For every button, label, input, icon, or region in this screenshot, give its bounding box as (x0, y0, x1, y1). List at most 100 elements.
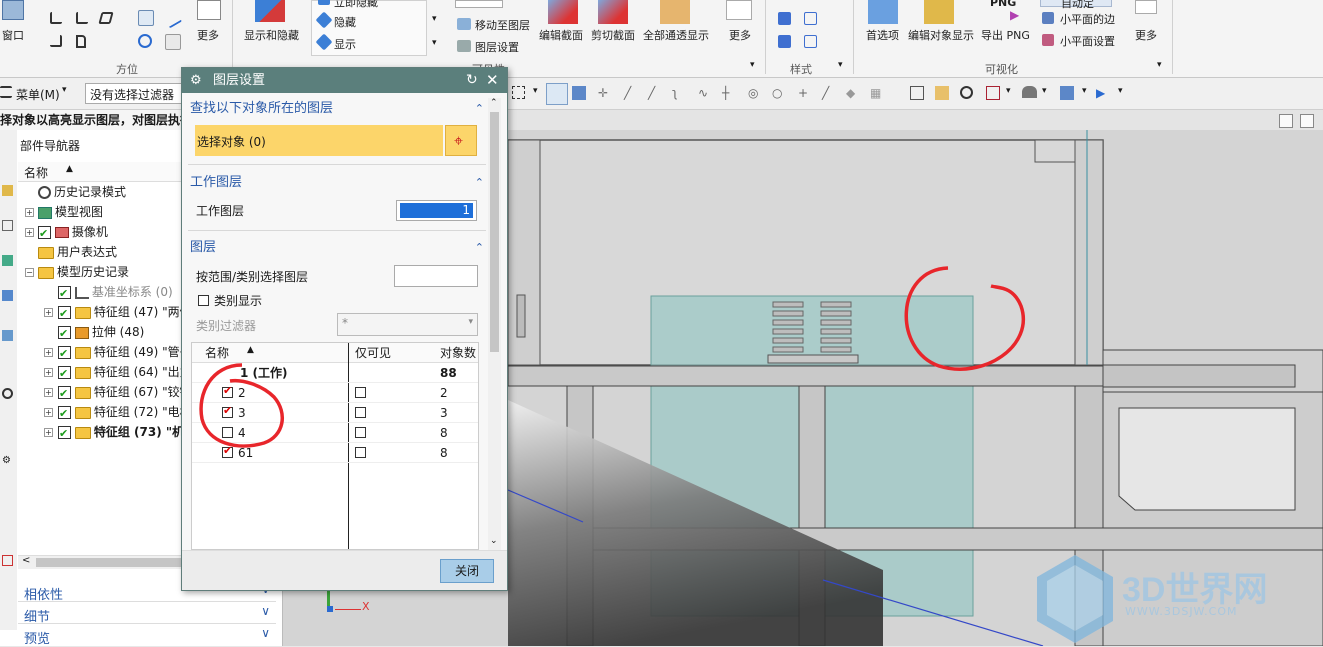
zoom-icon[interactable] (165, 34, 181, 50)
close-icon[interactable]: ✕ (486, 68, 499, 93)
chevron-down-icon[interactable]: ▾ (533, 86, 538, 96)
collapse-toggle-icon[interactable]: − (25, 268, 34, 277)
chevron-down-icon[interactable]: ▾ (468, 317, 473, 327)
clip-section-button[interactable]: 剪切截面 (591, 27, 635, 43)
collapse-icon[interactable]: ⌃ (475, 171, 484, 195)
tree-item[interactable]: 特征组 (47) "两侧 (58, 302, 192, 324)
col-visible-header[interactable]: 仅可见 (355, 343, 391, 363)
layer-settings-button[interactable]: 图层设置 (475, 39, 519, 55)
expand-icon[interactable]: ∨ (261, 626, 270, 640)
view-back-icon[interactable] (50, 35, 62, 47)
fit-icon[interactable] (138, 10, 154, 26)
chevron-down-icon[interactable]: ▾ (750, 60, 755, 70)
chevron-down-icon[interactable]: ▾ (432, 38, 437, 48)
expand-icon[interactable]: ∨ (261, 604, 270, 618)
scroll-thumb[interactable] (490, 112, 499, 352)
wireframe-icon[interactable] (804, 12, 817, 25)
tree-item[interactable]: 特征组 (49) "管子 (58, 342, 192, 364)
hide-button[interactable]: 隐藏 (334, 14, 356, 30)
show-all-through-icon[interactable] (660, 0, 690, 24)
work-layer-input[interactable]: 1 (396, 200, 477, 221)
hd3d-icon[interactable] (2, 330, 13, 341)
section-layers[interactable]: 图层 ⌃ (190, 236, 486, 260)
midpoint-snap-icon[interactable]: ∿ (698, 86, 714, 102)
endpoint-snap-icon[interactable]: ╱ (648, 86, 664, 102)
menu-button[interactable]: 菜单(M) (16, 86, 60, 103)
export-png-icon[interactable]: ▶ (1010, 8, 1019, 22)
preferences-icon[interactable] (868, 0, 898, 24)
dialog-titlebar[interactable]: ⚙ 图层设置 ↻ ✕ (182, 68, 507, 93)
visibility-checkbox[interactable] (38, 224, 51, 244)
layer-dropdown[interactable] (455, 0, 503, 8)
visible-only-checkbox[interactable] (355, 387, 366, 398)
scroll-down-icon[interactable]: ⌄ (490, 536, 498, 546)
visibility-checkbox[interactable] (58, 304, 71, 324)
window-restore-icon[interactable] (1279, 114, 1293, 128)
visibility-checkbox[interactable] (58, 424, 71, 444)
more-button-1[interactable]: 更多 (197, 27, 219, 43)
export-png-button[interactable]: 导出 PNG (981, 27, 1030, 43)
scroll-thumb[interactable] (36, 558, 186, 567)
edit-section-icon[interactable] (548, 0, 578, 24)
visibility-checkbox[interactable] (58, 364, 71, 384)
chevron-down-icon[interactable]: ▾ (62, 85, 67, 95)
preferences-button[interactable]: 首选项 (866, 27, 899, 43)
grid-snap-icon[interactable]: ▦ (870, 86, 886, 102)
view-front-icon[interactable] (50, 12, 62, 24)
chevron-down-icon[interactable]: ▾ (1082, 86, 1087, 96)
tree-item[interactable]: 特征组 (64) "出力 (58, 362, 192, 384)
expand-toggle-icon[interactable]: + (44, 428, 53, 437)
range-input[interactable] (394, 265, 478, 287)
tree-item[interactable]: 模型历史记录 (38, 262, 129, 282)
point-snap-icon[interactable]: ✛ (598, 86, 614, 102)
shaded-edges-icon[interactable] (778, 35, 791, 48)
shaded-icon[interactable] (778, 12, 791, 25)
visibility-checkbox[interactable] (58, 404, 71, 424)
collapse-icon[interactable]: ⌃ (475, 236, 484, 260)
more-icon-2[interactable] (726, 0, 752, 20)
show-all-through-button[interactable]: 全部通透显示 (643, 27, 709, 43)
select-target-button[interactable]: ⌖ (445, 125, 477, 156)
expand-toggle-icon[interactable]: + (44, 408, 53, 417)
roles-icon[interactable]: ⚙ (2, 455, 11, 466)
tree-item[interactable]: 模型视图 (38, 202, 103, 222)
face-snap-icon[interactable]: ◆ (846, 86, 862, 102)
expand-toggle-icon[interactable]: + (25, 208, 34, 217)
dialog-scrollbar[interactable]: ⌃ ⌄ (488, 98, 501, 550)
expand-toggle-icon[interactable]: + (25, 228, 34, 237)
reset-icon[interactable]: ↻ (466, 68, 478, 93)
visible-only-checkbox[interactable] (355, 407, 366, 418)
zoom-window-icon[interactable] (935, 86, 949, 100)
display-mode-icon[interactable]: ▶ (1096, 86, 1112, 102)
tree-item[interactable]: 历史记录模式 (38, 182, 126, 202)
scroll-up-icon[interactable]: ⌃ (490, 98, 498, 108)
edit-object-display-button[interactable]: 编辑对象显示 (908, 27, 974, 43)
orient-view-icon[interactable] (986, 86, 1000, 100)
visible-only-checkbox[interactable] (355, 427, 366, 438)
show-button[interactable]: 显示 (334, 36, 356, 52)
close-button[interactable]: 关闭 (440, 559, 494, 583)
history-icon[interactable] (2, 388, 13, 399)
more-button-2[interactable]: 更多 (729, 27, 751, 43)
tree-item[interactable]: 用户表达式 (38, 242, 117, 262)
visibility-checkbox[interactable] (58, 324, 71, 344)
show-hide-icon[interactable] (255, 0, 285, 22)
tree-item[interactable]: 摄像机 (38, 222, 108, 244)
chevron-down-icon[interactable]: ▾ (1118, 86, 1123, 96)
view-top-icon[interactable] (76, 35, 86, 48)
tree-item[interactable]: 拉伸 (48) (58, 322, 144, 344)
expand-toggle-icon[interactable]: + (44, 388, 53, 397)
more-button-3[interactable]: 更多 (1135, 27, 1157, 43)
tree-item[interactable]: 特征组 (73) "机架 (58, 422, 196, 444)
pan-icon[interactable] (161, 7, 183, 29)
small-plane-settings-button[interactable]: 小平面设置 (1060, 33, 1115, 49)
box-select-icon[interactable] (512, 86, 525, 99)
visibility-checkbox[interactable] (58, 284, 71, 304)
constraint-nav-icon[interactable] (2, 220, 13, 231)
line-snap-icon[interactable]: ╱ (624, 86, 640, 102)
more-orient-icon[interactable] (197, 0, 221, 20)
web-browser-icon[interactable] (2, 555, 13, 566)
selection-mode-icon[interactable] (546, 83, 568, 105)
rotate-icon[interactable] (138, 34, 152, 48)
visible-only-checkbox[interactable] (355, 447, 366, 458)
